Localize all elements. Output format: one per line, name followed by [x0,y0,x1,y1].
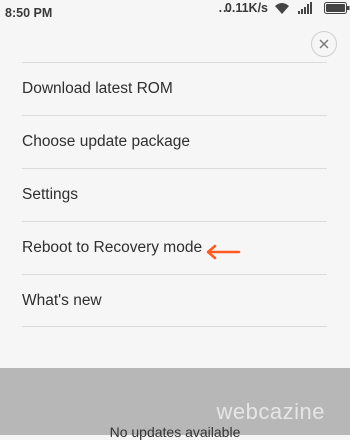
menu-item-reboot-to-recovery[interactable]: Reboot to Recovery mode [22,221,327,274]
watermark: webcazine [216,399,325,424]
options-menu: Download latest ROM Choose update packag… [22,62,327,327]
menu-item-label: Reboot to Recovery mode [22,239,203,256]
status-time: 8:50 PM [5,6,53,20]
status-bar: 8:50 PM ... 0.11K/s [0,0,350,26]
menu-item-label: Choose update package [22,133,191,150]
close-icon [319,39,329,49]
arrow-left-icon [206,244,241,260]
battery-icon [324,2,350,14]
menu-item-label: Settings [22,186,79,203]
menu-item-download-latest-rom[interactable]: Download latest ROM [22,62,327,115]
menu-item-label: What's new [22,291,102,309]
menu-item-settings[interactable]: Settings [22,168,327,221]
menu-item-whats-new[interactable]: What's new [22,274,327,327]
network-speed: 0.11K/s [224,1,268,15]
menu-item-choose-update-package[interactable]: Choose update package [22,115,327,168]
menu-item-label: Download latest ROM [22,80,173,97]
signal-icon [298,2,312,14]
close-button[interactable] [311,31,337,57]
wifi-icon [275,3,289,14]
update-status-text: No updates available [109,424,241,440]
